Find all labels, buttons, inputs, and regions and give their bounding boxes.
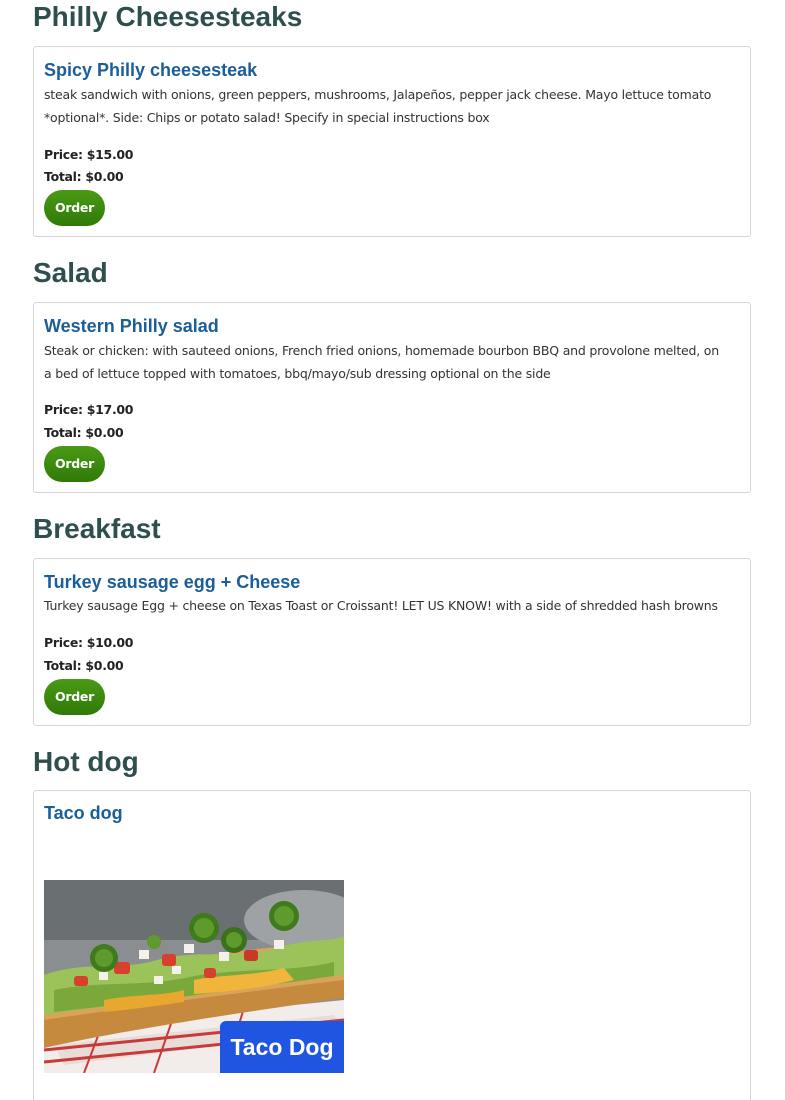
order-button[interactable]: Order bbox=[44, 190, 105, 226]
item-photo[interactable]: Taco Dog bbox=[44, 880, 344, 1073]
item-title[interactable]: Turkey sausage egg + Cheese bbox=[44, 571, 300, 593]
section-title-breakfast: Breakfast bbox=[33, 513, 161, 544]
menu-item-card: Taco dog Taco Dog bbox=[33, 790, 751, 1100]
section-title-hot-dog: Hot dog bbox=[33, 746, 139, 777]
item-total: Total: $0.00 bbox=[44, 658, 124, 673]
item-description: Turkey sausage Egg + cheese on Texas Toa… bbox=[44, 595, 744, 618]
order-button[interactable]: Order bbox=[44, 446, 105, 482]
menu-page: Philly Cheesesteaks Spicy Philly cheeses… bbox=[0, 0, 785, 1100]
section-title-salad: Salad bbox=[33, 257, 108, 288]
item-price: Price: $15.00 bbox=[44, 147, 134, 162]
item-description-line: a bed of lettuce topped with tomatoes, b… bbox=[44, 365, 551, 381]
item-price: Price: $17.00 bbox=[44, 402, 134, 417]
menu-item-card: Turkey sausage egg + Cheese Turkey sausa… bbox=[33, 558, 751, 726]
item-description-line: Turkey sausage Egg + cheese on Texas Toa… bbox=[44, 598, 718, 613]
item-description: steak sandwich with onions, green pepper… bbox=[44, 84, 744, 129]
item-title[interactable]: Western Philly salad bbox=[44, 315, 219, 337]
item-description-line: *optional*. Side: Chips or potato salad!… bbox=[44, 109, 490, 125]
item-title[interactable]: Taco dog bbox=[44, 802, 123, 824]
item-description-line: Steak or chicken: with sauteed onions, F… bbox=[44, 343, 719, 358]
item-total: Total: $0.00 bbox=[44, 169, 124, 184]
item-title[interactable]: Spicy Philly cheesesteak bbox=[44, 59, 257, 81]
item-price: Price: $10.00 bbox=[44, 635, 134, 650]
photo-caption: Taco Dog bbox=[220, 1021, 344, 1073]
item-description-line: steak sandwich with onions, green pepper… bbox=[44, 87, 712, 102]
menu-item-card: Western Philly salad Steak or chicken: w… bbox=[33, 302, 751, 493]
item-total: Total: $0.00 bbox=[44, 425, 124, 440]
item-description: Steak or chicken: with sauteed onions, F… bbox=[44, 340, 744, 385]
section-title-philly-cheesesteaks: Philly Cheesesteaks bbox=[33, 1, 303, 32]
order-button[interactable]: Order bbox=[44, 679, 105, 715]
menu-item-card: Spicy Philly cheesesteak steak sandwich … bbox=[33, 46, 751, 237]
